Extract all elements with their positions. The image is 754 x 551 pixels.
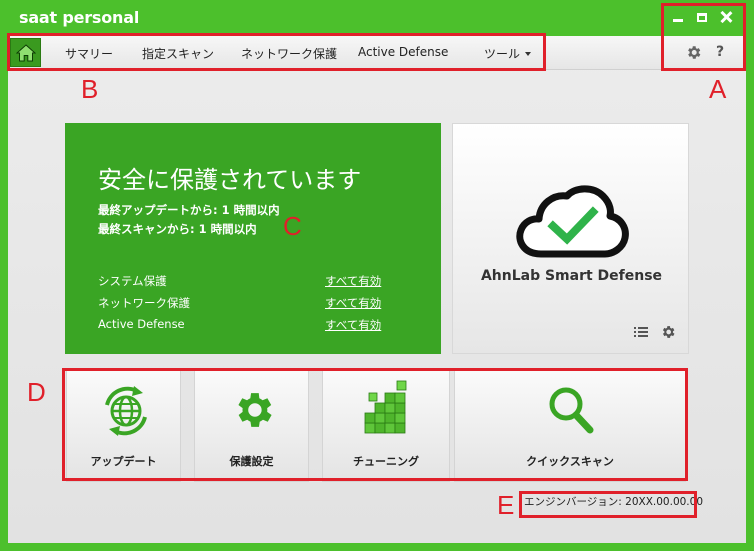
chevron-down-icon[interactable] xyxy=(525,52,531,56)
annotation-label-c: C xyxy=(283,211,302,241)
annotation-label-e: E xyxy=(497,490,515,520)
main-content: サマリー 指定スキャン ネットワーク保護 Active Defense ツール … xyxy=(8,36,746,543)
quick-scan-tile[interactable]: クイックスキャン xyxy=(454,370,686,482)
active-defense-label: Active Defense xyxy=(98,317,185,331)
close-button[interactable] xyxy=(718,9,734,25)
network-protection-label: ネットワーク保護 xyxy=(98,296,190,310)
home-icon xyxy=(15,43,36,61)
system-protection-label: システム保護 xyxy=(98,274,167,288)
menu-active-defense[interactable]: Active Defense xyxy=(358,45,448,59)
title-bar[interactable]: saat personal xyxy=(0,0,754,36)
active-defense-link[interactable]: すべて有効 xyxy=(325,317,381,333)
system-protection-link[interactable]: すべて有効 xyxy=(325,273,381,289)
menu-custom-scan[interactable]: 指定スキャン xyxy=(142,45,214,62)
last-scan-text: 最終スキャンから: 1 時間以内 xyxy=(98,222,257,236)
list-icon[interactable] xyxy=(634,326,648,338)
quick-scan-label: クイックスキャン xyxy=(526,455,614,468)
annotation-label-a: A xyxy=(709,74,727,104)
menu-bar: サマリー 指定スキャン ネットワーク保護 Active Defense ツール … xyxy=(8,36,746,70)
annotation-label-b: B xyxy=(81,74,99,104)
home-button[interactable] xyxy=(10,38,41,67)
update-label: アップデート xyxy=(90,455,157,468)
globe-refresh-icon xyxy=(105,386,147,436)
close-icon xyxy=(720,11,732,23)
protection-settings-tile[interactable]: 保護設定 xyxy=(194,370,309,482)
magnifier-icon xyxy=(549,387,594,434)
tuning-label: チューニング xyxy=(353,455,419,468)
update-tile[interactable]: アップデート xyxy=(66,370,181,482)
minimize-icon xyxy=(673,18,683,22)
menu-network-protection[interactable]: ネットワーク保護 xyxy=(241,45,337,62)
engine-version: エンジンバージョン: 20XX.00.00.00 xyxy=(524,496,704,508)
gear-icon[interactable] xyxy=(685,44,702,61)
menu-summary[interactable]: サマリー xyxy=(65,45,113,62)
maximize-icon xyxy=(697,12,707,22)
protection-settings-label: 保護設定 xyxy=(229,455,274,468)
status-title: 安全に保護されています xyxy=(98,166,362,194)
tuning-tile[interactable]: チューニング xyxy=(322,370,450,482)
app-window: saat personal サマリー 指定スキャン ネットワーク保護 Activ… xyxy=(0,0,754,551)
smart-defense-label: AhnLab Smart Defense xyxy=(480,268,663,284)
last-update-text: 最終アップデートから: 1 時間以内 xyxy=(98,203,280,217)
cubes-icon xyxy=(364,380,407,434)
protection-status-panel: 安全に保護されています 最終アップデートから: 1 時間以内 最終スキャンから:… xyxy=(65,123,441,354)
network-protection-link[interactable]: すべて有効 xyxy=(325,295,381,311)
annotation-label-d: D xyxy=(27,377,46,407)
maximize-button[interactable] xyxy=(694,9,710,25)
app-title: saat personal xyxy=(19,8,140,27)
help-button[interactable]: ? xyxy=(716,44,724,60)
cloud-check-icon xyxy=(516,185,629,258)
minimize-button[interactable] xyxy=(670,9,686,25)
menu-tools[interactable]: ツール xyxy=(484,45,520,62)
gear-icon[interactable] xyxy=(660,324,676,340)
gear-icon xyxy=(238,393,272,427)
smart-defense-panel[interactable]: AhnLab Smart Defense xyxy=(452,123,689,354)
